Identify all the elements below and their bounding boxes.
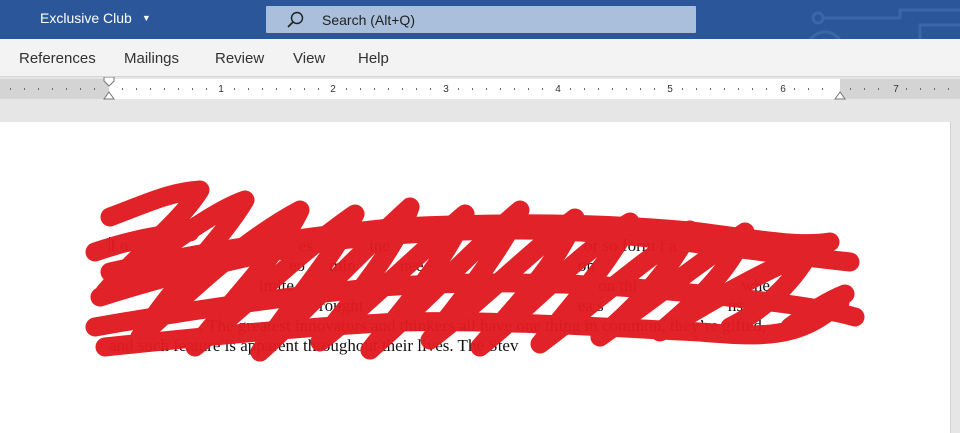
search-box[interactable]: Search (Alt+Q)	[266, 6, 696, 33]
decorative-pattern	[808, 8, 960, 39]
ruler-tick	[654, 88, 655, 90]
tab-help[interactable]: Help	[358, 50, 389, 67]
search-icon	[287, 11, 304, 28]
ruler-number-4: 4	[555, 84, 561, 95]
ruler-tick	[850, 88, 851, 90]
ruler-tick	[388, 88, 389, 90]
ruler-tick	[430, 88, 431, 90]
ruler-tick	[752, 88, 753, 90]
ruler-tick	[472, 88, 473, 90]
document-page[interactable]: I o es ine or so form f a eo min nee on …	[0, 122, 951, 433]
ruler-tick	[878, 88, 879, 90]
ruler-tick	[150, 88, 151, 90]
ruler-graphic: 1 2 3 4 5 6 7	[0, 77, 960, 100]
ruler-tick	[920, 88, 921, 90]
ruler-tick	[696, 88, 697, 90]
ruler-tick	[738, 88, 739, 90]
ruler-tick	[948, 88, 949, 90]
ruler-tick	[136, 88, 137, 90]
ruler-number-6: 6	[780, 84, 786, 95]
ruler-tick	[598, 88, 599, 90]
ruler-tick	[458, 88, 459, 90]
tab-review[interactable]: Review	[215, 50, 264, 67]
ruler-tick	[864, 88, 865, 90]
ruler-tick	[94, 88, 95, 90]
ruler-tick	[528, 88, 529, 90]
ruler-tick	[178, 88, 179, 90]
ruler-tick	[318, 88, 319, 90]
ruler-tick	[276, 88, 277, 90]
ruler-tick	[542, 88, 543, 90]
redaction-scribble	[85, 180, 865, 362]
ruler-tick	[640, 88, 641, 90]
ruler-tick	[66, 88, 67, 90]
ruler-tick	[822, 88, 823, 90]
ribbon-tabs: References Mailings Review View Help	[0, 39, 960, 77]
ruler-tick	[304, 88, 305, 90]
ruler-number-3: 3	[443, 84, 449, 95]
ruler-tick	[612, 88, 613, 90]
ruler-tick	[52, 88, 53, 90]
ruler-tick	[906, 88, 907, 90]
ruler-tick	[808, 88, 809, 90]
ruler-tick	[38, 88, 39, 90]
ruler-tick	[416, 88, 417, 90]
ruler-tick	[248, 88, 249, 90]
ruler-tick	[80, 88, 81, 90]
ruler-tick	[164, 88, 165, 90]
ruler-tick	[262, 88, 263, 90]
ruler-tick	[514, 88, 515, 90]
ruler-tick	[486, 88, 487, 90]
ruler-tick	[724, 88, 725, 90]
chevron-down-icon: ▼	[141, 13, 151, 23]
search-placeholder: Search (Alt+Q)	[322, 11, 415, 28]
ruler-tick	[346, 88, 347, 90]
ruler-number-1: 1	[218, 84, 224, 95]
ruler-tick	[192, 88, 193, 90]
ruler-tick	[122, 88, 123, 90]
document-title-menu[interactable]: Exclusive Club ▼	[40, 10, 151, 26]
ruler-tick	[24, 88, 25, 90]
ruler-tick	[934, 88, 935, 90]
ruler-tick	[290, 88, 291, 90]
ruler-tick	[10, 88, 11, 90]
ruler-tick	[402, 88, 403, 90]
ruler-tick	[710, 88, 711, 90]
ruler-tick	[360, 88, 361, 90]
ruler-tick	[570, 88, 571, 90]
ruler-tick	[626, 88, 627, 90]
ruler-tick	[766, 88, 767, 90]
ruler-number-7: 7	[893, 84, 899, 95]
ruler-tick	[206, 88, 207, 90]
tab-mailings[interactable]: Mailings	[124, 50, 179, 67]
ruler-tick	[500, 88, 501, 90]
ruler-tick	[374, 88, 375, 90]
ruler-number-2: 2	[330, 84, 336, 95]
title-bar: Exclusive Club ▼ Search (Alt+Q)	[0, 0, 960, 39]
ruler-tick	[234, 88, 235, 90]
tab-references[interactable]: References	[19, 50, 96, 67]
ruler-number-5: 5	[667, 84, 673, 95]
document-title: Exclusive Club	[40, 10, 132, 26]
tab-view[interactable]: View	[293, 50, 325, 67]
ruler-tick	[794, 88, 795, 90]
ruler-tick	[584, 88, 585, 90]
ruler-tick	[682, 88, 683, 90]
horizontal-ruler[interactable]: 1 2 3 4 5 6 7	[0, 77, 960, 101]
